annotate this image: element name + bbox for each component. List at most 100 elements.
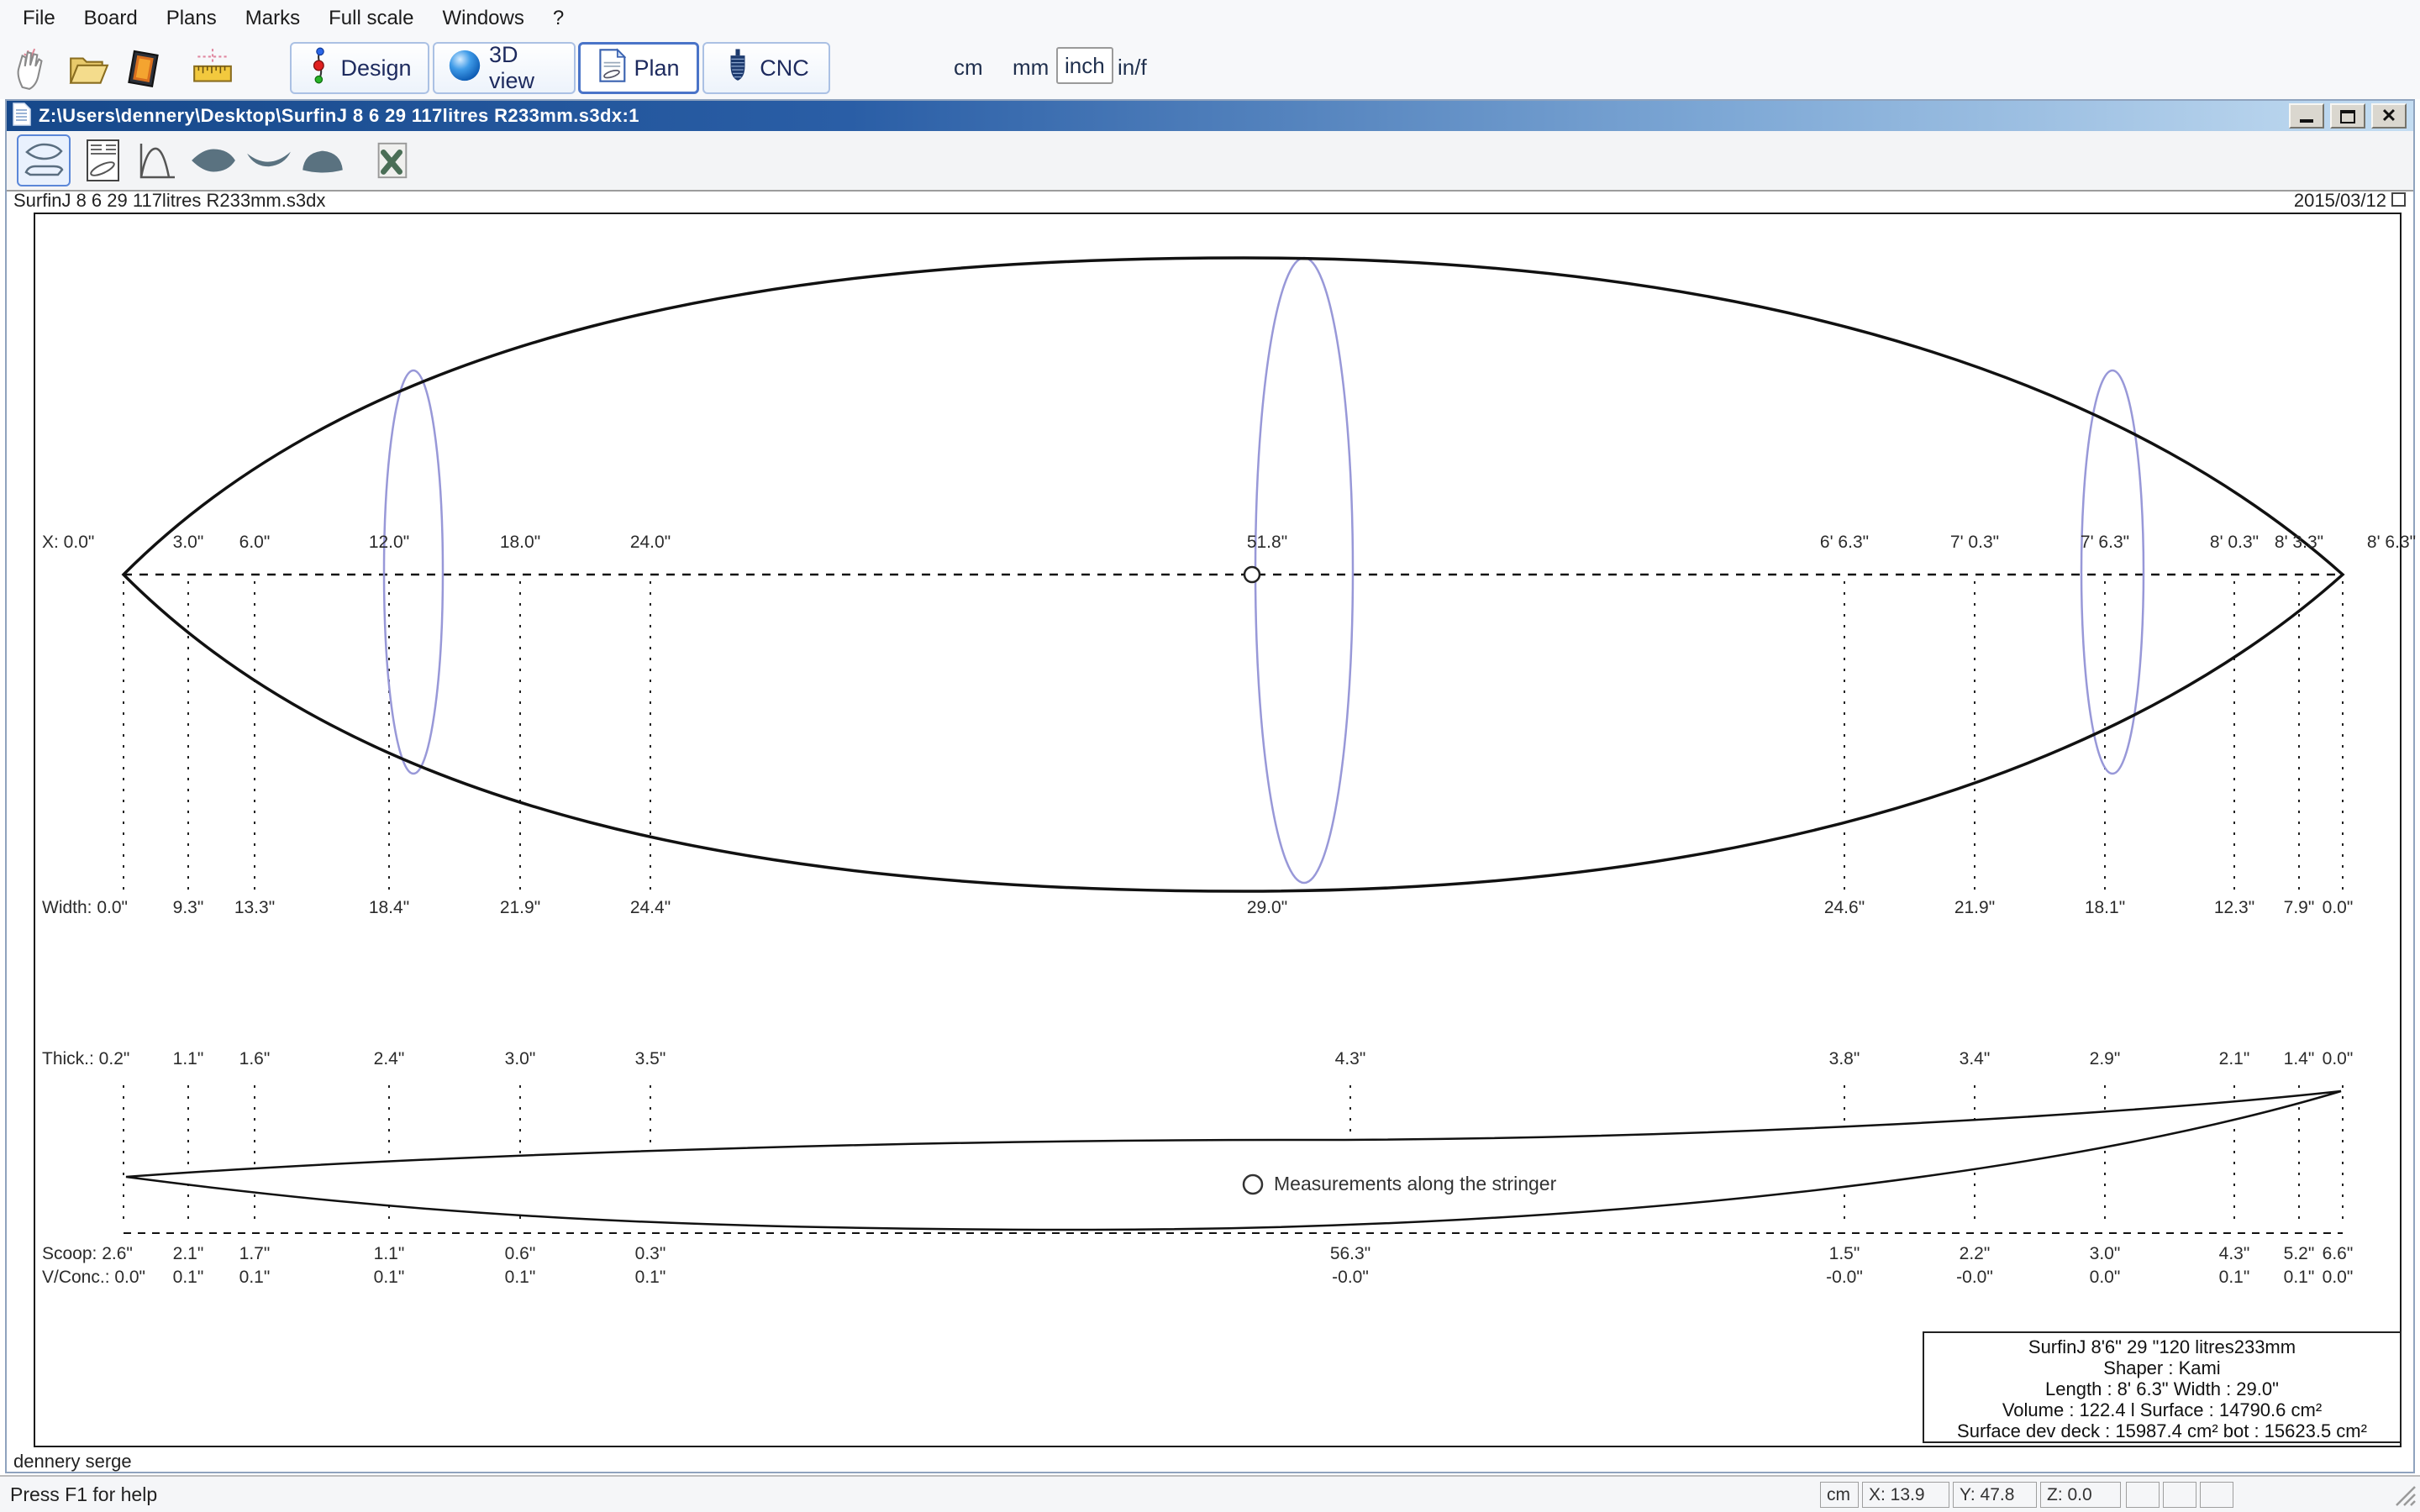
measure-thick-value: 3.8": [1828, 1049, 1860, 1068]
rocker-curve-icon[interactable]: [129, 134, 183, 186]
measure-scoop-value: 0.6": [504, 1244, 536, 1263]
close-button[interactable]: ✕: [2371, 103, 2407, 129]
document-filename: SurfinJ 8 6 29 117litres R233mm.s3dx: [13, 190, 326, 211]
outline-profile-view-icon[interactable]: [17, 134, 71, 186]
measure-width-value: 24.6": [1823, 898, 1865, 917]
cnc-view-button[interactable]: CNC: [702, 42, 830, 94]
measure-x-value: 12.0": [368, 533, 410, 552]
measure-vconc-value: 0.0": [2089, 1268, 2121, 1287]
app-window: File Board Plans Marks Full scale Window…: [0, 0, 2420, 1512]
measure-vconc-value: -0.0": [1956, 1268, 1993, 1287]
solid-outline-icon[interactable]: [187, 134, 240, 186]
measure-thick-value: 3.5": [634, 1049, 666, 1068]
minimize-button[interactable]: [2289, 103, 2324, 129]
measure-x-value: 18.0": [499, 533, 541, 552]
status-help-text: Press F1 for help: [10, 1483, 158, 1505]
menu-file[interactable]: File: [8, 0, 70, 37]
document-date: 2015/03/12: [2293, 190, 2386, 211]
stringer-center-marker[interactable]: [1243, 565, 1261, 584]
plan-button-label: Plan: [634, 55, 680, 81]
unit-cm[interactable]: cm: [954, 49, 983, 86]
menu-full-scale[interactable]: Full scale: [314, 0, 428, 37]
measure-x-value: 8' 6.3": [2366, 533, 2417, 552]
document-icon: [12, 102, 32, 131]
measure-x-value: 6' 6.3": [1819, 533, 1870, 552]
menu-bar: File Board Plans Marks Full scale Window…: [0, 0, 2420, 37]
measure-width-value: 21.9": [1954, 898, 1996, 917]
status-z-coordinate: Z: 0.0: [2040, 1482, 2121, 1508]
window-title-bar[interactable]: Z:\Users\dennery\Desktop\SurfinJ 8 6 29 …: [7, 101, 2413, 131]
measure-vconc-value: -0.0": [1332, 1268, 1369, 1287]
window-title: Z:\Users\dennery\Desktop\SurfinJ 8 6 29 …: [39, 105, 639, 126]
cnc-bit-icon: [723, 47, 752, 90]
maximize-button[interactable]: [2330, 103, 2365, 129]
open-file-icon[interactable]: [64, 45, 113, 93]
status-empty-cell: [2163, 1482, 2196, 1508]
measure-scoop-value: 1.5": [1828, 1244, 1860, 1263]
hand-tool-icon[interactable]: [7, 45, 55, 93]
unit-inch[interactable]: inch: [1056, 47, 1113, 84]
measure-width-value: 24.4": [629, 898, 671, 917]
3d-view-button-label: 3D view: [489, 42, 535, 93]
measure-thick-value: 2.4": [373, 1049, 405, 1068]
main-toolbar: Design 3D view Plan CNC cm mm inch in/f: [0, 37, 2420, 99]
unit-mm[interactable]: mm: [1013, 49, 1049, 86]
measure-scoop-value: 1.1": [373, 1244, 405, 1263]
resize-grip[interactable]: [2393, 1483, 2417, 1511]
center-section-curve[interactable]: [1254, 256, 1355, 885]
measure-width-value: 0.0": [2322, 898, 2354, 917]
measure-x-value: 8' 3.3": [2274, 533, 2324, 552]
maximize-icon: [2340, 110, 2355, 123]
solid-section-icon[interactable]: [296, 134, 350, 186]
save-file-icon[interactable]: [119, 45, 168, 93]
status-empty-cell: [2200, 1482, 2233, 1508]
excel-export-icon[interactable]: [365, 134, 418, 186]
status-unit: cm: [1820, 1482, 1859, 1508]
plan-sheet-icon: [597, 47, 627, 89]
info-volume-surface: Volume : 122.4 l Surface : 14790.6 cm²: [2002, 1399, 2323, 1420]
date-marker-box[interactable]: [2391, 192, 2406, 207]
measure-vconc-value: 0.0": [2322, 1268, 2354, 1287]
measure-scoop-value: 56.3": [1329, 1244, 1371, 1263]
board-profile-side[interactable]: [125, 1089, 2342, 1231]
stringer-note-radio-icon[interactable]: [1242, 1173, 1264, 1195]
plan-view-toolbar: [7, 131, 2413, 192]
measure-x-value: 51.8": [1246, 533, 1288, 552]
menu-help[interactable]: ?: [539, 0, 578, 37]
measure-width-value: 13.3": [234, 898, 276, 917]
stringer-note-label: Measurements along the stringer: [1274, 1173, 1557, 1194]
menu-marks[interactable]: Marks: [231, 0, 314, 37]
measure-width-value: 21.9": [499, 898, 541, 917]
info-board-name: SurfinJ 8'6" 29 "120 litres233mm: [2028, 1336, 2296, 1357]
menu-board[interactable]: Board: [70, 0, 152, 37]
measure-scoop-value: 1.7": [239, 1244, 271, 1263]
spec-sheet-icon[interactable]: [76, 134, 129, 186]
status-bar: Press F1 for help cm X: 13.9 Y: 47.8 Z: …: [0, 1475, 2420, 1512]
solid-rocker-icon[interactable]: [242, 134, 296, 186]
station-lines-plan: [123, 581, 2344, 895]
plan-view-button[interactable]: Plan: [578, 42, 699, 94]
measure-ruler-icon[interactable]: [188, 45, 237, 93]
nose-section-curve[interactable]: [2080, 369, 2145, 775]
status-empty-cell: [2126, 1482, 2160, 1508]
measure-scoop-value: 6.6": [2322, 1244, 2354, 1263]
window-controls: ✕: [2289, 103, 2407, 129]
status-y-coordinate: Y: 47.8: [1953, 1482, 2037, 1508]
measure-x-value: 6.0": [239, 533, 271, 552]
menu-windows[interactable]: Windows: [428, 0, 538, 37]
measure-x-value: 7' 6.3": [2080, 533, 2130, 552]
measure-thick-value: 1.6": [239, 1049, 271, 1068]
measure-vconc-value: -0.0": [1826, 1268, 1863, 1287]
3d-view-button[interactable]: 3D view: [433, 42, 576, 94]
design-button-label: Design: [340, 55, 412, 81]
board-info-box: SurfinJ 8'6" 29 "120 litres233mm Shaper …: [1923, 1331, 2402, 1443]
measure-width-value: 18.1": [2084, 898, 2126, 917]
close-icon: ✕: [2381, 105, 2397, 126]
info-dev-surface: Surface dev deck : 15987.4 cm² bot : 156…: [1957, 1420, 2367, 1441]
minimize-icon: [2300, 119, 2313, 123]
design-view-button[interactable]: Design: [290, 42, 429, 94]
menu-plans[interactable]: Plans: [152, 0, 231, 37]
measure-thick-value: 3.0": [504, 1049, 536, 1068]
unit-in-f[interactable]: in/f: [1118, 49, 1147, 86]
tail-section-curve[interactable]: [382, 369, 445, 775]
